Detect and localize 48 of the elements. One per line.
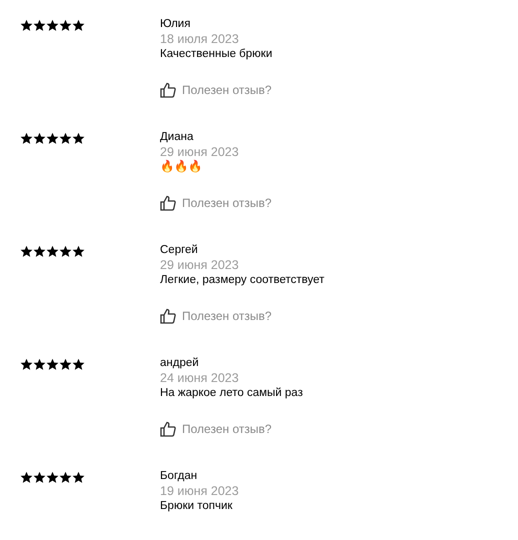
star-icon [33, 471, 46, 484]
thumbs-up-icon[interactable] [160, 195, 176, 211]
author-name: андрей [160, 356, 199, 371]
star-icon [20, 132, 33, 145]
star-icon [20, 358, 33, 371]
star-icon [59, 358, 72, 371]
helpful-link[interactable]: Полезен отзыв? [182, 196, 272, 210]
review-date: 24 июня 2023 [160, 371, 239, 386]
thumbs-up-icon[interactable] [160, 421, 176, 437]
star-icon [72, 132, 85, 145]
star-icon [46, 471, 59, 484]
star-icon [33, 358, 46, 371]
author-name: Диана [160, 130, 194, 145]
review-text: Легкие, размеру соответствует [160, 273, 324, 288]
star-icon [59, 132, 72, 145]
star-icon [33, 245, 46, 258]
star-icon [20, 245, 33, 258]
review-date: 19 июня 2023 [160, 484, 239, 499]
star-icon [72, 245, 85, 258]
star-icon [59, 471, 72, 484]
star-icon [20, 471, 33, 484]
star-icon [46, 358, 59, 371]
star-icon [72, 358, 85, 371]
star-icon [59, 245, 72, 258]
star-icon [59, 19, 72, 32]
thumbs-up-icon[interactable] [160, 308, 176, 324]
author-name: Сергей [160, 243, 198, 258]
review-text: Брюки топчик [160, 499, 232, 514]
review-text: Качественные брюки [160, 47, 272, 62]
review-date: 18 июля 2023 [160, 32, 239, 47]
star-icon [72, 471, 85, 484]
star-icon [46, 245, 59, 258]
star-icon [72, 19, 85, 32]
review-text: На жаркое лето самый раз [160, 386, 303, 401]
thumbs-up-icon[interactable] [160, 82, 176, 98]
star-icon [33, 132, 46, 145]
author-name: Юлия [160, 17, 190, 32]
helpful-link[interactable]: Полезен отзыв? [182, 422, 272, 436]
helpful-link[interactable]: Полезен отзыв? [182, 82, 272, 98]
star-icon [33, 19, 46, 32]
helpful-link[interactable]: Полезен отзыв? [182, 308, 272, 324]
review-date: 29 июня 2023 [160, 258, 239, 273]
review-date: 29 июня 2023 [160, 145, 239, 160]
star-icon [46, 19, 59, 32]
star-icon [20, 19, 33, 32]
star-icon [46, 132, 59, 145]
author-name: Богдан [160, 469, 198, 484]
review-text: 🔥🔥🔥 [160, 160, 202, 175]
